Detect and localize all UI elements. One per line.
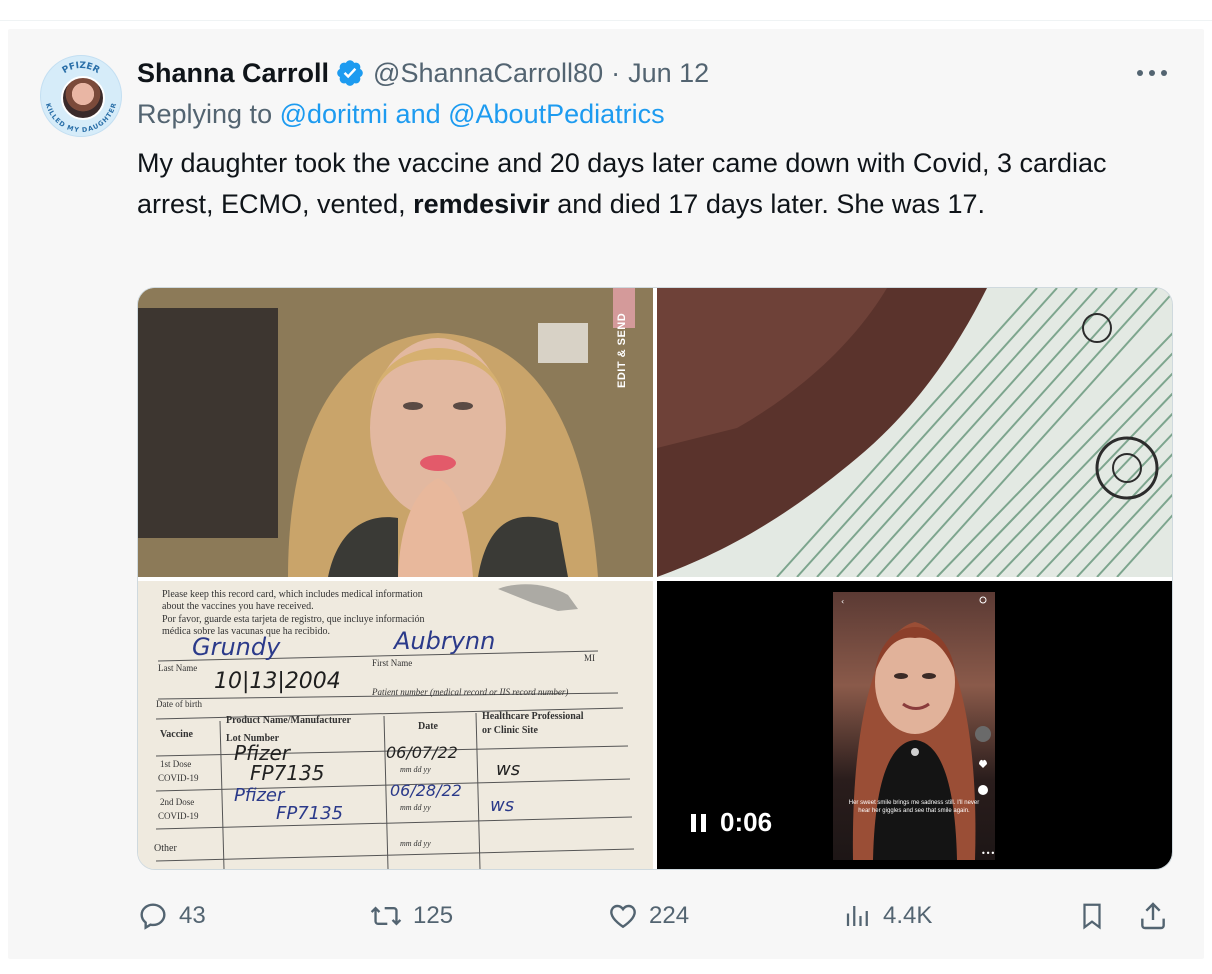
mention-doritmi[interactable]: @doritmi — [280, 99, 388, 129]
card-first-name-label: First Name — [372, 658, 413, 668]
reply-button[interactable]: 43 — [137, 894, 206, 938]
avatar-ring-top-text: PFIZER — [61, 61, 102, 76]
edit-send-overlay: EDIT & SEND — [616, 312, 628, 388]
tweet-actions: 43 125 224 4.4K — [137, 894, 1173, 938]
avatar-photo — [61, 76, 105, 120]
like-button[interactable]: 224 — [607, 894, 689, 938]
hand-on-sheet-photo-image — [657, 288, 1172, 577]
card-other: Other — [154, 843, 177, 854]
repost-count: 125 — [413, 902, 454, 929]
card-mi-label: MI — [584, 653, 595, 663]
mention-conjunction: and — [395, 99, 441, 129]
card-line-1: Please keep this record card, which incl… — [162, 589, 423, 600]
card-line-2: about the vaccines you have received. — [162, 601, 314, 612]
card-dob-label: Date of birth — [156, 699, 202, 709]
mention-aboutpediatrics[interactable]: @AboutPediatrics — [448, 99, 665, 129]
repost-icon — [369, 900, 403, 932]
card-patient-number-label: Patient number (medical record or IIS re… — [372, 687, 569, 697]
card-hand-date-1: 06/07/22 — [386, 743, 458, 762]
pause-icon[interactable] — [691, 813, 706, 832]
author-handle[interactable]: @ShannaCarroll80 — [373, 58, 603, 89]
video-caption: Her sweet smile brings me sadness still.… — [848, 800, 980, 814]
card-hand-site-2: ws — [490, 795, 515, 816]
card-hand-lot-2: FP7135 — [276, 803, 344, 824]
card-line-3: Por favor, guarde esta tarjeta de regist… — [162, 614, 425, 625]
author-name[interactable]: Shanna Carroll — [137, 58, 329, 89]
video-frame: ••• ‹ Her sweet smile brings me sadness … — [833, 592, 995, 860]
views-chart-icon — [843, 900, 873, 932]
more-options-icon[interactable] — [1134, 58, 1170, 88]
svg-text:‹: ‹ — [841, 597, 844, 606]
view-count: 4.4K — [883, 902, 933, 929]
media-photo-3-vaccine-card[interactable]: Please keep this record card, which incl… — [138, 581, 653, 869]
media-photo-2[interactable] — [657, 288, 1172, 577]
card-hand-last-name: Grundy — [192, 633, 281, 661]
card-date-format-1: mm dd yy — [400, 765, 431, 774]
card-hand-lot-1: FP7135 — [250, 761, 325, 785]
author-avatar[interactable]: PFIZER KILLED MY DAUGHTER — [40, 55, 122, 137]
media-video[interactable]: ••• ‹ Her sweet smile brings me sadness … — [657, 581, 1172, 869]
svg-text:•••: ••• — [981, 849, 995, 858]
heart-icon — [607, 900, 639, 932]
like-count: 224 — [649, 902, 690, 929]
video-time: 0:06 — [720, 807, 773, 837]
video-still-image: ••• ‹ — [841, 596, 995, 860]
top-separator — [0, 0, 1212, 21]
video-controls: 0:06 — [691, 807, 772, 838]
verified-badge-icon[interactable] — [335, 58, 365, 88]
card-vaccine-col: Vaccine — [160, 729, 193, 740]
tweet-text-bold: remdesivir — [413, 189, 550, 219]
share-icon — [1137, 899, 1169, 933]
bookmark-button[interactable] — [1077, 894, 1107, 938]
card-dose1-b: COVID-19 — [158, 773, 199, 783]
card-hand-date-2: 06/28/22 — [390, 781, 462, 800]
media-grid: EDIT & SEND Please keep this record card… — [137, 287, 1173, 870]
card-date-format-2: mm dd yy — [400, 803, 431, 812]
tweet-header: Shanna Carroll @ShannaCarroll80 · Jun 12 — [137, 55, 709, 91]
card-hand-site-1: ws — [496, 759, 521, 780]
reply-icon — [137, 900, 169, 932]
tweet-text: My daughter took the vaccine and 20 days… — [137, 143, 1157, 225]
media-photo-1[interactable]: EDIT & SEND — [138, 288, 653, 577]
card-dose2-b: COVID-19 — [158, 811, 199, 821]
tweet-date[interactable]: Jun 12 — [628, 58, 709, 89]
views-button[interactable]: 4.4K — [843, 894, 932, 938]
share-button[interactable] — [1137, 894, 1169, 938]
replying-to-line: Replying to @doritmi and @AboutPediatric… — [137, 99, 665, 130]
card-dose2: 2nd Dose — [160, 797, 195, 807]
card-hcp-col-2: or Clinic Site — [482, 725, 538, 736]
card-hcp-col: Healthcare Professional — [482, 711, 584, 722]
card-hand-dob: 10|13|2004 — [214, 669, 341, 694]
tweet-text-part2: and died 17 days later. She was 17. — [549, 189, 985, 219]
card-product-col: Product Name/Manufacturer — [226, 715, 351, 726]
repost-button[interactable]: 125 — [369, 894, 453, 938]
card-date-format-3: mm dd yy — [400, 839, 431, 848]
replying-to-label: Replying to — [137, 99, 273, 129]
card-hand-first-name: Aubrynn — [394, 627, 496, 655]
selfie-photo-image — [138, 288, 653, 577]
card-dose1: 1st Dose — [160, 759, 192, 769]
card-last-name-label: Last Name — [158, 663, 198, 673]
separator-dot: · — [611, 57, 621, 88]
reply-count: 43 — [179, 902, 206, 929]
card-date-col: Date — [418, 721, 438, 732]
bookmark-icon — [1077, 899, 1107, 933]
svg-text:PFIZER: PFIZER — [61, 61, 102, 76]
